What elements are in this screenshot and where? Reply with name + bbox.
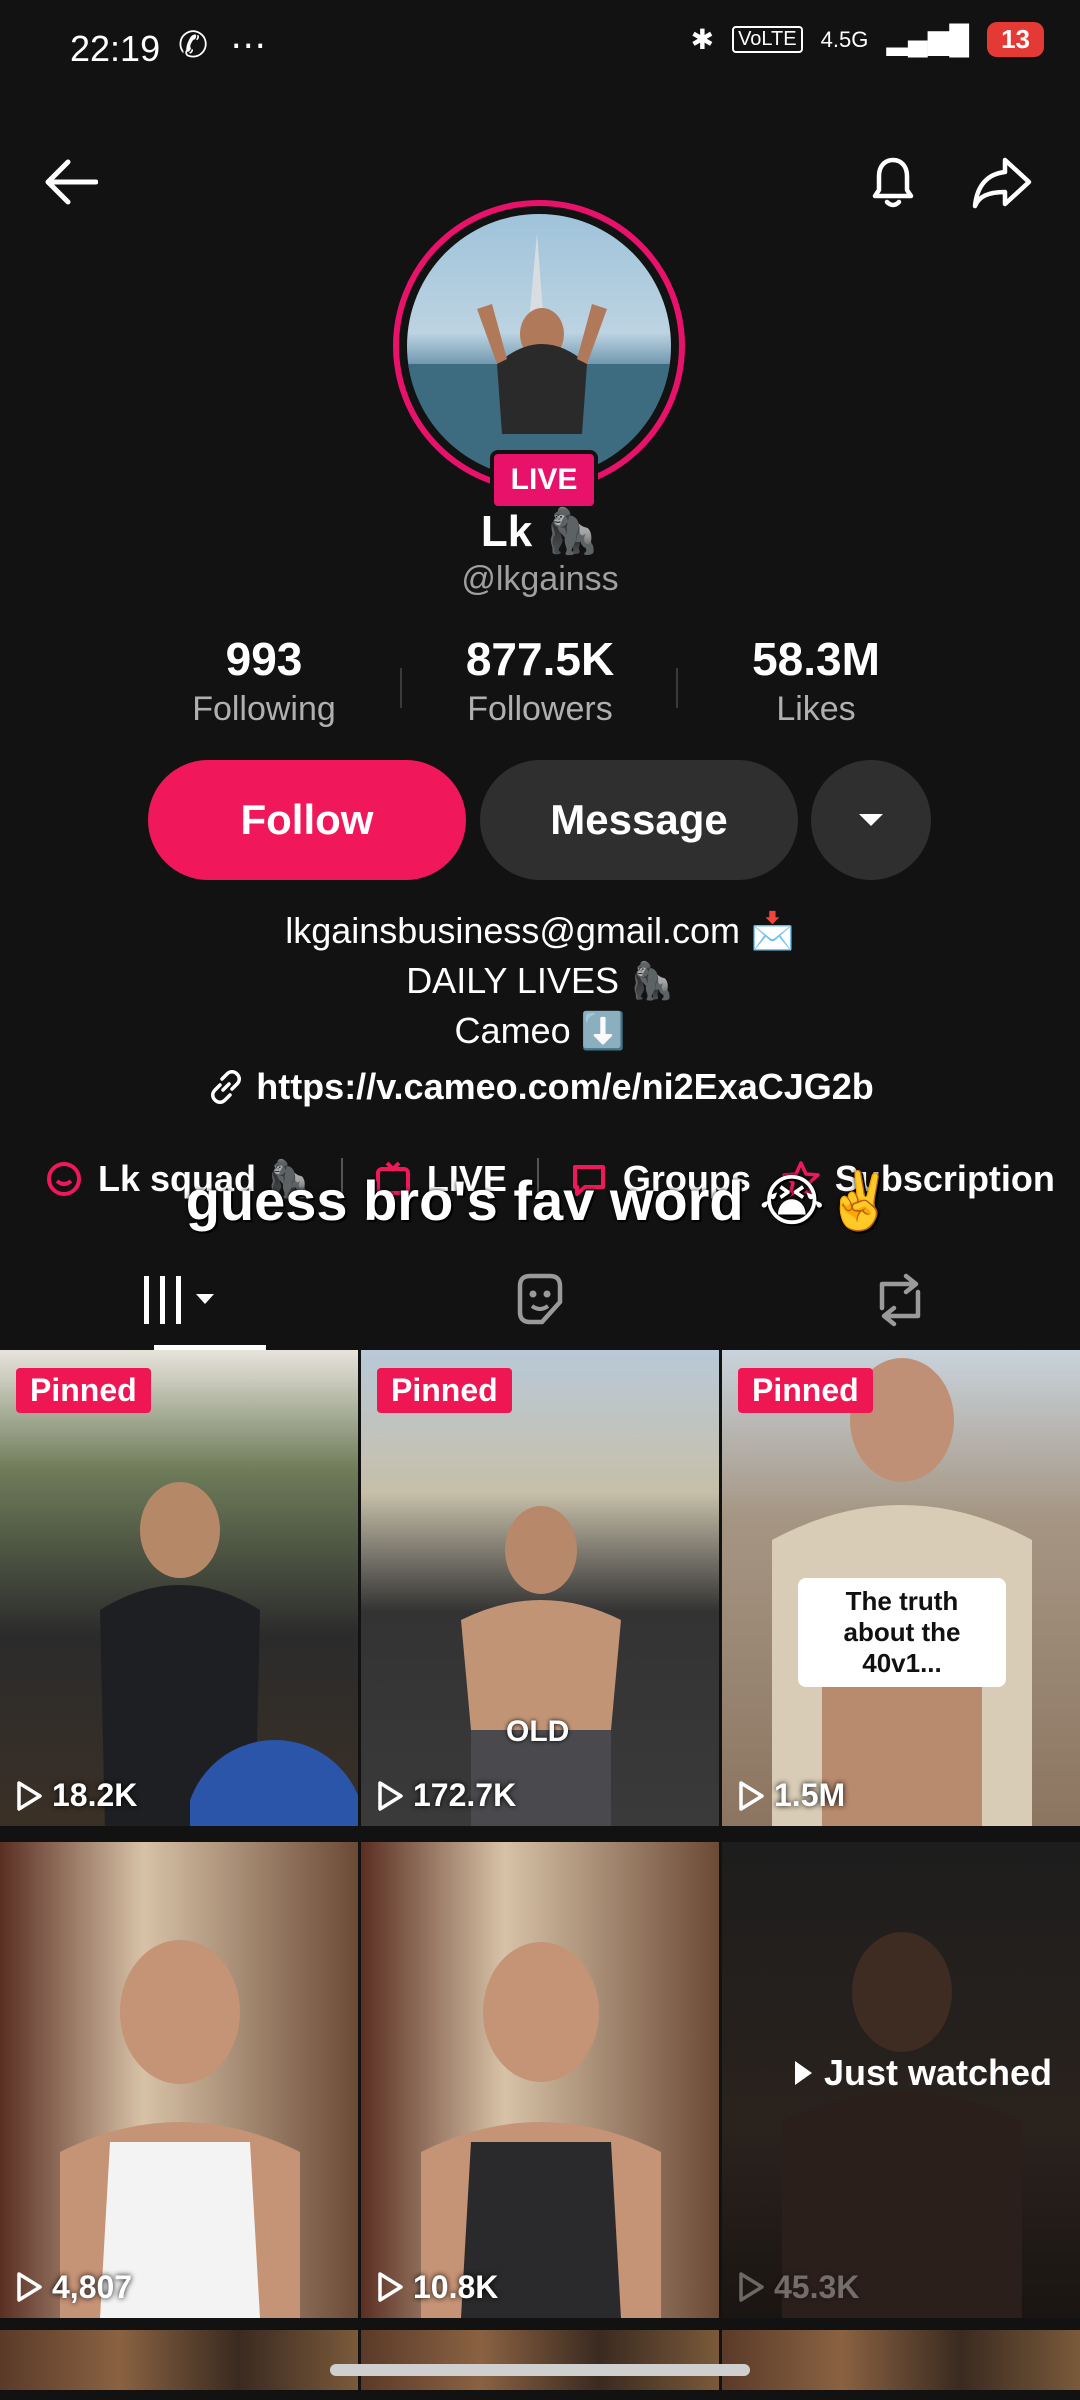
play-icon	[739, 2272, 764, 2302]
view-count-value: 1.5M	[774, 1777, 846, 1813]
video-tile-partial[interactable]	[361, 2330, 719, 2390]
view-count: 45.3K	[736, 2269, 859, 2306]
video-tile[interactable]: 10.8K	[361, 1841, 719, 2318]
play-icon	[378, 2272, 403, 2302]
profile-handle: @lkgainss	[461, 560, 619, 598]
notification-bell-button[interactable]	[853, 142, 933, 222]
stat-value: 58.3M	[752, 633, 880, 685]
just-watched-text: Just watched	[823, 2051, 1052, 2093]
bio-line: DAILY LIVES 🦍	[406, 960, 674, 1001]
back-button[interactable]	[30, 142, 110, 222]
signal-icon: ▂▄▆█	[886, 24, 970, 55]
pinned-badge: Pinned	[738, 1368, 873, 1413]
link-icon	[211, 1070, 242, 1104]
view-count: 1.5M	[736, 1777, 845, 1814]
video-tile-partial[interactable]	[0, 2330, 358, 2390]
view-count-value: 172.7K	[413, 1777, 517, 1813]
profile-name: Lk 🦍	[480, 507, 600, 556]
view-count: 10.8K	[375, 2269, 498, 2306]
repost-icon	[879, 1273, 921, 1327]
view-count: 4,807	[14, 2269, 132, 2306]
bio-line: Cameo ⬇️	[454, 1010, 626, 1051]
video-row-partial	[0, 2330, 1080, 2390]
play-icon	[739, 1780, 764, 1811]
video-overlay-text: OLD	[506, 1715, 570, 1748]
bio-link-text: https://v.cameo.com/e/ni2ExaCJG2b	[256, 1066, 874, 1107]
stat-label: Following	[192, 690, 336, 728]
play-filled-icon	[794, 2060, 812, 2085]
battery-indicator: 13	[987, 22, 1044, 57]
tab-repost[interactable]	[720, 1250, 1080, 1350]
profile-stats: 993 Following 877.5K Followers 58.3M Lik…	[0, 632, 1080, 729]
suggested-accounts-button[interactable]	[811, 760, 931, 880]
stat-likes[interactable]: 58.3M Likes	[678, 632, 954, 729]
sticker-icon	[517, 1273, 563, 1325]
view-count: 172.7K	[375, 1777, 516, 1814]
content-tabs	[0, 1250, 1080, 1350]
message-button[interactable]: Message	[480, 760, 798, 880]
bio-line: lkgainsbusiness@gmail.com 📩	[285, 910, 795, 951]
profile-avatar[interactable]	[393, 200, 685, 492]
video-grid-icon	[144, 1276, 214, 1324]
status-time: 22:19	[70, 28, 161, 69]
view-count: 18.2K	[14, 1777, 137, 1814]
video-tile[interactable]: Pinned 18.2K	[0, 1350, 358, 1826]
avatar-image	[407, 214, 671, 478]
pinned-badge: Pinned	[16, 1368, 151, 1413]
video-tile[interactable]: Just watched 45.3K	[722, 1841, 1080, 2318]
video-caption-overlay: guess bro's fav word 😭✌️	[185, 1169, 895, 1232]
notification-icons: ✆ ⋯	[178, 24, 273, 65]
bluetooth-icon: ✱	[690, 24, 715, 55]
video-tile[interactable]: 4,807	[0, 1841, 358, 2318]
video-tile[interactable]: OLD Pinned 172.7K	[361, 1350, 719, 1826]
bell-icon	[872, 157, 914, 208]
tab-videos[interactable]	[0, 1250, 360, 1350]
view-count-value: 18.2K	[52, 1777, 138, 1813]
stat-value: 877.5K	[465, 633, 615, 685]
status-right: ✱ VoLTE 4.5G ▂▄▆█ 13	[691, 22, 1044, 57]
live-badge[interactable]: LIVE	[490, 450, 598, 510]
bio-link[interactable]: https://v.cameo.com/e/ni2ExaCJG2b	[0, 1066, 1080, 1108]
play-icon	[17, 2272, 42, 2302]
home-indicator[interactable]	[330, 2364, 750, 2376]
stat-label: Likes	[776, 690, 856, 728]
tab-reposts-stickers[interactable]	[360, 1250, 720, 1350]
stat-followers[interactable]: 877.5K Followers	[402, 632, 678, 729]
pinned-badge: Pinned	[377, 1368, 512, 1413]
stat-following[interactable]: 993 Following	[126, 632, 402, 729]
share-arrow-icon	[972, 157, 1032, 209]
play-icon	[378, 1780, 403, 1811]
stat-label: Followers	[467, 690, 613, 728]
video-overlay-text: The truth about the 40v1...	[798, 1578, 1006, 1687]
share-button[interactable]	[962, 142, 1042, 222]
chevron-down-icon	[859, 814, 883, 826]
play-icon	[17, 1780, 42, 1811]
status-bar: 22:19 ✆ ⋯ ✱ VoLTE 4.5G ▂▄▆█ 13	[0, 0, 1080, 100]
view-count-value: 45.3K	[774, 2268, 860, 2305]
network-label: 4.5G	[820, 26, 869, 52]
back-arrow-icon	[45, 159, 98, 205]
follow-button[interactable]: Follow	[148, 760, 466, 880]
volte-icon: VoLTE	[732, 26, 803, 53]
stat-value: 993	[225, 633, 303, 685]
video-grid: Pinned 18.2K OLD Pinned 172.7K The truth…	[0, 1350, 1080, 2330]
view-count-value: 4,807	[52, 2268, 133, 2305]
just-watched-label: Just watched	[792, 2052, 1052, 2094]
video-tile-partial[interactable]	[722, 2330, 1080, 2390]
view-count-value: 10.8K	[413, 2268, 499, 2305]
video-tile[interactable]: The truth about the 40v1... Pinned 1.5M	[722, 1350, 1080, 1826]
